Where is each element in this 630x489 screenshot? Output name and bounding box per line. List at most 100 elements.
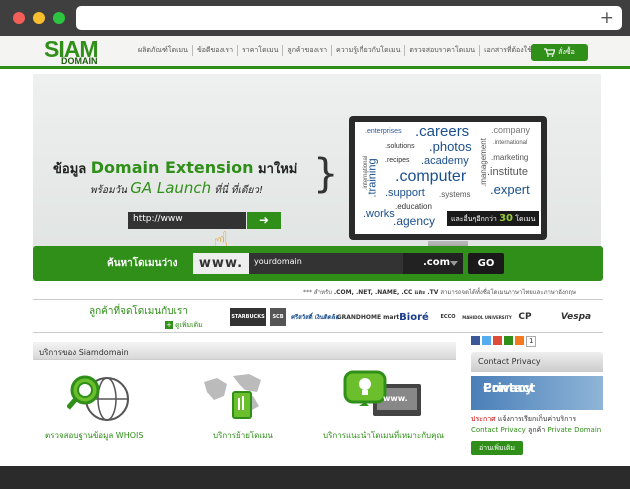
order-button-label: สั่งซื้อ (558, 48, 575, 56)
search-label: ค้นหาโดเมนว่าง (107, 258, 178, 269)
tag-word: .careers (415, 123, 470, 140)
notice-text-3: ลูกค้า (528, 426, 546, 434)
address-bar[interactable]: + (76, 6, 622, 30)
menu-item-documents[interactable]: เอกสารที่ต้องใช้ (480, 45, 536, 56)
sidebar: 1 Contact Privacy Contact Privacy ประกาศ … (471, 336, 603, 464)
browser-titlebar: + (0, 0, 630, 36)
customer-logo: ECCO (440, 314, 456, 320)
customer-logo: ศรีสวัสดิ์ เงินติดล้อ (291, 314, 339, 321)
customers-more-label: ดูเพิ่มเติม (175, 321, 203, 329)
domain-search-input[interactable]: yourdomain (249, 253, 403, 274)
notice-label: ประกาศ (471, 415, 496, 423)
main-menu: ผลิตภัณฑ์โดเมน ข้อดีของเรา ราคาโดเมน ลูก… (134, 45, 536, 56)
domain-count-badge: และอื่นๆอีกกว่า 30 โดเมน (447, 211, 539, 226)
order-button[interactable]: สั่งซื้อ (531, 44, 588, 61)
tag-word: .academy (421, 155, 469, 167)
customers-title: ลูกค้าที่จดโดเมนกับเรา (89, 306, 188, 317)
tag-word: .systems (439, 190, 471, 199)
cart-icon (544, 48, 556, 57)
banner-subline: พร้อมวัน GA Launch ที่นี่ ที่เดียว! (90, 179, 263, 198)
tag-word: .agency (393, 214, 436, 228)
customers-more-link[interactable]: + ดูเพิ่มเติม (165, 320, 203, 331)
customer-logo: Vespa (560, 312, 592, 322)
customers-strip: ลูกค้าที่จดโดเมนกับเรา + ดูเพิ่มเติม STAR… (33, 299, 603, 333)
tag-word: .training (366, 158, 379, 198)
tag-word: .management (478, 138, 488, 187)
twitter-icon[interactable] (482, 336, 491, 345)
plus-share-icon[interactable] (515, 336, 524, 345)
www-monitor-label: www. (383, 394, 408, 403)
menu-item-check-price[interactable]: ตรวจสอบราคาโดเมน (405, 45, 481, 56)
top-navigation: SIAM DOMAIN ผลิตภัณฑ์โดเมน ข้อดีของเรา ร… (0, 36, 630, 69)
contact-privacy-text: ประกาศ แจ้งการเรียกเก็บค่าบริการ Contact… (471, 414, 603, 436)
customer-logo: SCB (270, 308, 286, 326)
tag-word: .solutions (385, 143, 415, 150)
banner-subline-post: ที่นี่ ที่เดียว! (214, 185, 263, 196)
googleplus-icon[interactable] (493, 336, 502, 345)
badge-unit: โดเมน (515, 215, 536, 223)
note-post: สามารถจดได้ทั้งชื่อโดเมนภาษาไทยและภาษาอั… (440, 289, 576, 296)
notice-text-2: Contact Privacy (471, 426, 526, 434)
read-more-button[interactable]: อ่านเพิ่มเติม (471, 441, 523, 455)
services-title: บริการของ Siamdomain (33, 342, 456, 360)
monitor-screen: .enterprises .careers .company .solution… (355, 122, 541, 234)
banner-headline-highlight: Domain Extension (90, 158, 254, 177)
banner-subline-pre: พร้อมวัน (90, 185, 128, 196)
tag-word: .institute (487, 166, 528, 178)
contact-privacy-title: Contact Privacy (471, 352, 603, 372)
brace-decoration: } (313, 151, 339, 197)
whois-search-icon[interactable] (67, 372, 129, 422)
web-page: SIAM DOMAIN ผลิตภัณฑ์โดเมน ข้อดีของเรา ร… (0, 36, 630, 466)
service-recommend-label[interactable]: บริการแนะนำโดเมนที่เหมาะกับคุณ (323, 429, 444, 442)
go-button[interactable]: GO (468, 253, 504, 274)
badge-pre: และอื่นๆอีกกว่า (451, 215, 497, 223)
services-panel: บริการของ Siamdomain ตรวจสอบฐานข้อมูล WH… (33, 342, 456, 462)
menu-item-customers[interactable]: ลูกค้าของเรา (283, 45, 333, 56)
banner-line-2: Privacy (483, 381, 533, 395)
hero-banner[interactable]: ข้อมูล Domain Extension มาใหม่ พร้อมวัน … (33, 74, 601, 277)
contact-privacy-banner[interactable]: Contact Privacy (471, 376, 603, 410)
customer-logo: Bioré (399, 311, 429, 323)
badge-number: 30 (499, 213, 514, 224)
note-pre: *** สำหรับ (303, 289, 332, 296)
share-icon[interactable] (504, 336, 513, 345)
monitor-illustration: .enterprises .careers .company .solution… (349, 116, 547, 240)
www-prefix: www. (193, 253, 249, 274)
customer-logo: CP (518, 312, 532, 322)
tag-word: .enterprises (365, 128, 402, 135)
logo-text-domain: DOMAIN (61, 56, 98, 66)
tag-word: .support (385, 187, 425, 199)
menu-item-knowledge[interactable]: ความรู้เกี่ยวกับโดเมน (332, 45, 406, 56)
notice-text-1: แจ้งการเรียกเก็บค่าบริการ (497, 415, 577, 423)
share-count: 1 (526, 336, 537, 347)
banner-subline-highlight: GA Launch (130, 179, 212, 197)
customer-logo: MAHIDOL UNIVERSITY (462, 314, 512, 320)
tag-word: .education (395, 202, 432, 211)
siamdomain-logo[interactable]: SIAM DOMAIN (44, 37, 106, 67)
banner-headline-post: มาใหม่ (258, 162, 298, 177)
tag-word: .recipes (385, 157, 410, 164)
plus-icon: + (165, 321, 173, 329)
domain-search-bar: ค้นหาโดเมนว่าง www. yourdomain .com GO (33, 246, 603, 281)
browser-bottom-bar (0, 466, 630, 489)
note-tlds: .COM, .NET, .NAME, .CC และ .TV (333, 289, 439, 296)
tld-select[interactable]: .com (403, 253, 463, 274)
maximize-window-button[interactable] (53, 12, 65, 24)
arrow-right-icon: ➜ (247, 212, 281, 229)
world-map-transfer-icon[interactable] (199, 370, 269, 422)
service-transfer-label[interactable]: บริการย้ายโดเมน (213, 429, 273, 442)
close-window-button[interactable] (13, 12, 25, 24)
facebook-icon[interactable] (471, 336, 480, 345)
tag-word: .photos (429, 139, 472, 154)
customer-logo: STARBUCKS (230, 308, 266, 326)
customer-logo: GRANDHOME mart (336, 313, 400, 321)
banner-headline-pre: ข้อมูล (53, 162, 87, 177)
tag-word: .international (493, 140, 528, 146)
menu-item-products[interactable]: ผลิตภัณฑ์โดเมน (134, 45, 193, 56)
new-tab-plus-icon[interactable]: + (600, 8, 614, 28)
menu-item-pricing[interactable]: ราคาโดเมน (238, 45, 284, 56)
menu-item-advantages[interactable]: ข้อดีของเรา (193, 45, 238, 56)
notice-text-4: Private Domain (547, 426, 602, 434)
service-whois-label[interactable]: ตรวจสอบฐานข้อมูล WHOIS (45, 429, 143, 442)
minimize-window-button[interactable] (33, 12, 45, 24)
